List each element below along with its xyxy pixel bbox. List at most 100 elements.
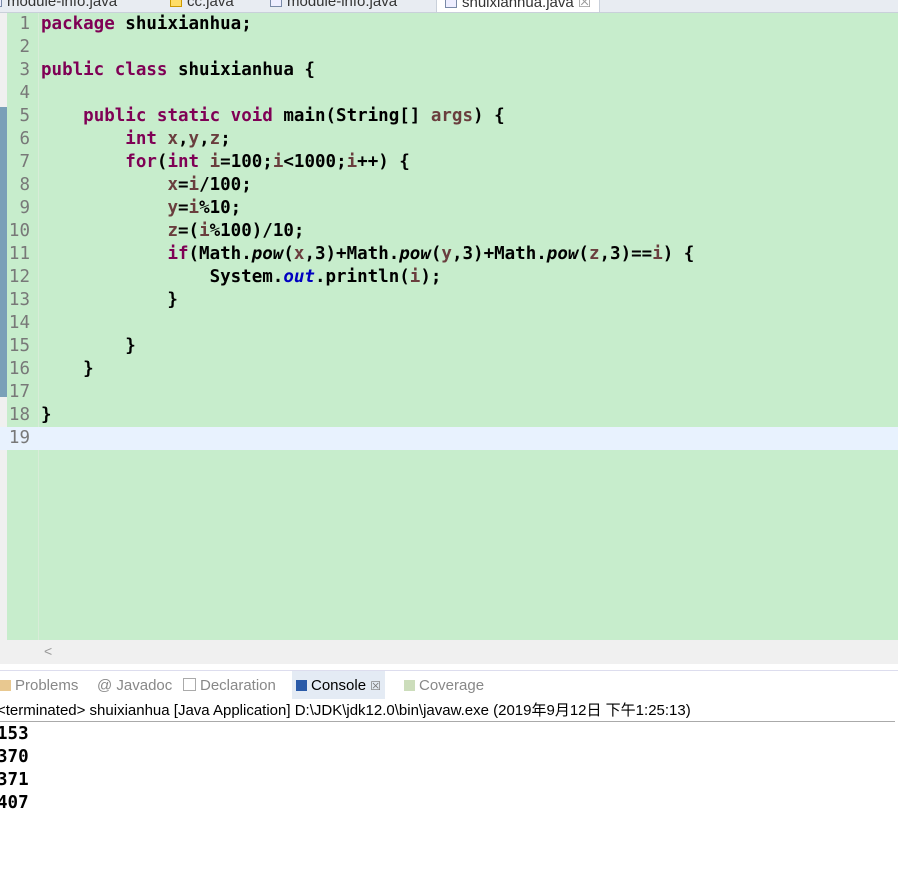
code-line[interactable]: 10 z=(i%100)/10; [0,220,898,243]
code-line[interactable]: 15 } [0,335,898,358]
code-line[interactable]: 6 int x,y,z; [0,128,898,151]
code-line[interactable]: 8 x=i/100; [0,174,898,197]
code-line[interactable]: 19 [0,427,898,450]
at-icon: @ [97,677,117,694]
code-token: ( [283,244,294,264]
code-line[interactable]: 17 [0,381,898,404]
code-token: ,3)== [599,244,653,264]
editor-tab-bar: module-info.java cc.java module-info.jav… [0,0,898,13]
code-token: z [209,129,221,149]
tab-coverage[interactable]: Coverage [404,677,484,694]
line-number: 1 [19,14,30,34]
code-token: int [167,152,200,172]
code-token: y [188,129,200,149]
code-text: z=(i%100)/10; [41,220,304,243]
line-number: 4 [19,83,30,103]
code-line[interactable]: 14 [0,312,898,335]
code-line[interactable]: 5 public static void main(String[] args)… [0,105,898,128]
code-token: ) { [473,106,505,126]
problems-icon [0,680,11,691]
line-number: 10 [8,221,30,241]
code-text: System.out.println(i); [41,266,442,289]
line-number: 2 [19,37,30,57]
java-file-warning-icon [170,0,182,7]
code-line[interactable]: 13 } [0,289,898,312]
code-token: , [199,129,210,149]
tab-problems[interactable]: Problems [0,677,78,694]
line-number: 16 [8,359,30,379]
code-token: ); [420,267,442,287]
code-token: pow [399,244,431,264]
code-token: z [588,244,600,264]
code-token: z [167,221,178,241]
code-text: y=i%10; [41,197,241,220]
code-text: int x,y,z; [41,128,230,151]
code-token: } [41,336,136,356]
console-icon [296,680,307,691]
tab-console[interactable]: Console ☒ [292,671,385,699]
tab-shuixianhua[interactable]: shuixianhua.java ☒ [436,0,601,12]
code-token: } [41,405,52,425]
code-token: } [41,359,94,379]
code-text: public class shuixianhua { [41,59,315,82]
horizontal-scrollbar[interactable]: < [0,640,898,664]
line-number: 13 [8,290,30,310]
code-line[interactable]: 11 if(Math.pow(x,3)+Math.pow(y,3)+Math.p… [0,243,898,266]
close-icon[interactable]: ☒ [370,679,381,693]
console-output-line: 371 [0,770,29,790]
code-text: } [41,289,178,312]
code-token: pow [251,244,284,264]
code-line[interactable]: 18} [0,404,898,427]
tab-module-info-1[interactable]: module-info.java [0,0,117,10]
line-number: 8 [19,175,30,195]
code-line[interactable]: 1 package shuixianhua; [0,13,898,36]
scroll-left-icon[interactable]: < [44,643,52,659]
code-token: %10; [199,198,242,218]
line-number: 15 [8,336,30,356]
code-token: i [652,244,663,264]
panel-tab-bar: Problems @ Javadoc Declaration Console ☒… [0,670,898,701]
code-editor[interactable]: 1 package shuixianhua; 2 3 public class shui… [0,13,898,640]
code-token: System. [41,267,284,287]
code-text: for(int i=100;i<1000;i++) { [41,151,410,174]
code-line[interactable]: 9 y=i%10; [0,197,898,220]
code-token: ) { [662,244,695,264]
code-token: = [177,198,189,218]
code-token: if [167,244,189,264]
tab-javadoc[interactable]: @ Javadoc [97,677,172,694]
tab-declaration[interactable]: Declaration [183,677,276,694]
code-line[interactable]: 16 } [0,358,898,381]
code-token: i [346,152,358,172]
close-icon[interactable]: ☒ [578,0,591,11]
code-token: <1000; [283,152,347,172]
code-token: package [41,14,115,34]
code-line[interactable]: 7 for(int i=100;i<1000;i++) { [0,151,898,174]
line-number: 14 [8,313,30,333]
code-line[interactable]: 12 System.out.println(i); [0,266,898,289]
code-token: =( [177,221,200,241]
code-line[interactable]: 4 [0,82,898,105]
code-token: ( [156,152,168,172]
code-line[interactable]: 3 public class shuixianhua { [0,59,898,82]
line-number: 19 [8,428,30,448]
line-number: 9 [19,198,30,218]
code-token: i [188,175,200,195]
console-output-line: 153 [0,724,29,744]
code-token: , [178,129,189,149]
code-line[interactable]: 2 [0,36,898,59]
tab-cc[interactable]: cc.java [170,0,234,10]
code-token: i [209,152,221,172]
code-text: public static void main(String[] args) { [41,105,505,128]
code-token: /100; [199,175,252,195]
line-number: 17 [8,382,30,402]
code-text: } [41,404,52,427]
code-text: x=i/100; [41,174,252,197]
java-file-icon [270,0,282,7]
tab-module-info-2[interactable]: module-info.java [270,0,397,10]
code-token: x [167,175,178,195]
